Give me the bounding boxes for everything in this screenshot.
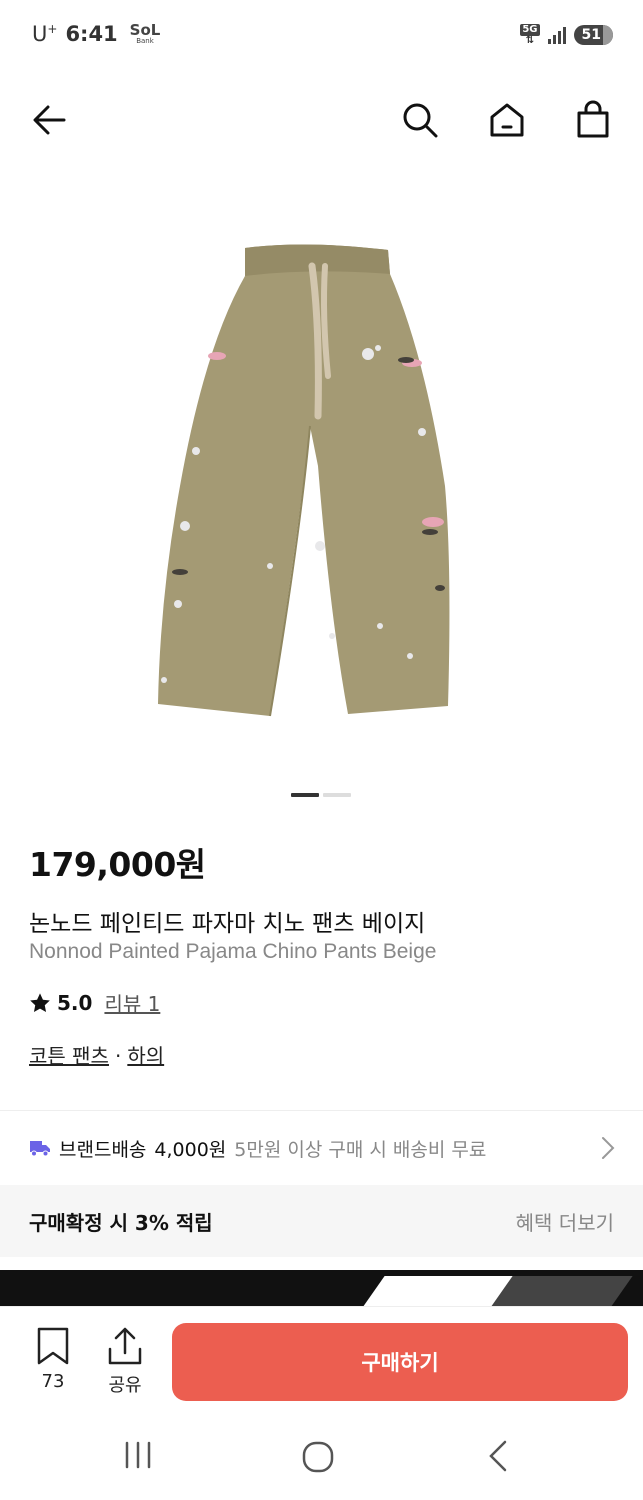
- chevron-right-icon: [602, 1137, 615, 1159]
- divider: [0, 1110, 643, 1111]
- carousel-dot: [323, 793, 351, 797]
- benefits-more-link[interactable]: 혜택 더보기: [516, 1207, 614, 1236]
- search-icon: [403, 103, 438, 138]
- review-link[interactable]: 리뷰 1: [104, 988, 160, 1017]
- rating-score: 5.0: [57, 990, 93, 1015]
- status-time: 6:41: [65, 22, 118, 46]
- product-name-ko: 논노드 페인티드 파자마 치노 팬츠 베이지: [29, 911, 426, 937]
- shopping-bag-button[interactable]: [569, 96, 617, 144]
- shipping-info-row[interactable]: 브랜드배송 4,000원 5만원 이상 구매 시 배송비 무료: [0, 1112, 643, 1184]
- category-link-bottoms[interactable]: 하의: [127, 1044, 164, 1068]
- recents-icon: [125, 1441, 151, 1469]
- free-shipping-note: 5만원 이상 구매 시 배송비 무료: [234, 1138, 487, 1161]
- home-icon: [490, 103, 524, 137]
- back-button[interactable]: [26, 96, 74, 144]
- buy-button[interactable]: 구매하기: [172, 1323, 628, 1401]
- shopping-bag-icon: [577, 100, 609, 138]
- system-back-button[interactable]: [485, 1440, 511, 1476]
- carousel-indicator: [291, 793, 351, 797]
- star-icon: [30, 992, 50, 1012]
- carrier-label: U+: [32, 22, 58, 46]
- share-button[interactable]: 공유: [95, 1327, 155, 1397]
- bottom-action-bar: 73 공유 구매하기: [0, 1306, 643, 1412]
- bookmark-button[interactable]: 73: [23, 1327, 83, 1392]
- banner-tab: [487, 1276, 633, 1306]
- product-name-en: Nonnod Painted Pajama Chino Pants Beige: [29, 940, 437, 963]
- app-header: [0, 88, 643, 152]
- product-image[interactable]: [150, 236, 460, 720]
- signal-icon: [547, 26, 566, 44]
- home-circle-icon: [302, 1441, 334, 1473]
- home-button[interactable]: [483, 96, 531, 144]
- battery-indicator: 51: [573, 25, 614, 45]
- promo-banner[interactable]: [0, 1270, 643, 1306]
- system-navigation-bar: [0, 1412, 643, 1500]
- category-breadcrumb: 코튼 팬츠 · 하의: [29, 1040, 164, 1069]
- network-5g-icon: 5G ⇅: [520, 24, 540, 46]
- share-icon: [108, 1327, 142, 1365]
- pants-image: [158, 244, 450, 717]
- share-label: 공유: [108, 1375, 142, 1396]
- status-bar: U+ 6:41 SoL Bank 5G ⇅ 51: [0, 0, 643, 76]
- bookmark-count: 73: [41, 1371, 65, 1392]
- carousel-dot-active: [291, 793, 319, 797]
- shipping-type: 브랜드배송: [59, 1138, 147, 1161]
- product-price: 179,000원: [29, 845, 206, 884]
- search-button[interactable]: [396, 96, 444, 144]
- system-home-button[interactable]: [301, 1440, 335, 1478]
- shipping-fee: 4,000원: [154, 1138, 227, 1161]
- back-arrow-icon: [33, 105, 66, 135]
- category-link-cotton-pants[interactable]: 코튼 팬츠: [29, 1044, 109, 1068]
- points-reward-text: 구매확정 시 3% 적립: [29, 1210, 213, 1235]
- points-row: 구매확정 시 3% 적립 혜택 더보기: [0, 1185, 643, 1257]
- breadcrumb-separator: ·: [114, 1044, 122, 1068]
- bookmark-icon: [37, 1327, 69, 1365]
- chevron-left-icon: [489, 1440, 507, 1472]
- recents-button[interactable]: [123, 1440, 153, 1474]
- rating-row: 5.0 리뷰 1: [29, 988, 160, 1017]
- bank-app-icon: SoL Bank: [129, 21, 161, 45]
- truck-icon: [30, 1141, 50, 1157]
